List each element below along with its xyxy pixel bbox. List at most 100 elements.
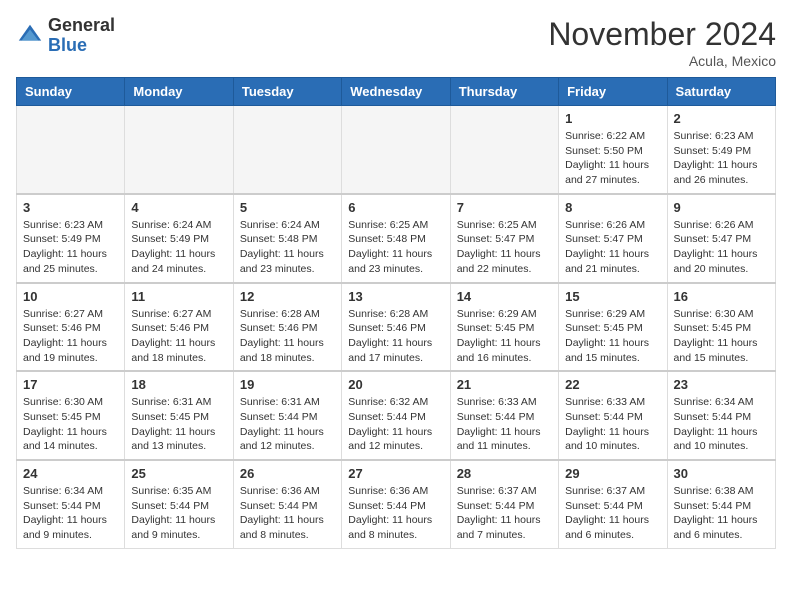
day-number: 3 <box>23 200 118 215</box>
day-info: Sunrise: 6:31 AM Sunset: 5:44 PM Dayligh… <box>240 395 335 454</box>
calendar-cell: 29 Sunrise: 6:37 AM Sunset: 5:44 PM Dayli… <box>559 460 667 548</box>
calendar-cell: 20 Sunrise: 6:32 AM Sunset: 5:44 PM Dayli… <box>342 371 450 460</box>
page-header: General Blue November 2024 Acula, Mexico <box>16 16 776 69</box>
week-row-2: 3 Sunrise: 6:23 AM Sunset: 5:49 PM Daylig… <box>17 194 776 283</box>
day-number: 9 <box>674 200 769 215</box>
calendar-cell: 6 Sunrise: 6:25 AM Sunset: 5:48 PM Daylig… <box>342 194 450 283</box>
logo: General Blue <box>16 16 115 56</box>
day-info: Sunrise: 6:27 AM Sunset: 5:46 PM Dayligh… <box>23 307 118 366</box>
calendar-cell <box>125 106 233 194</box>
calendar-cell <box>17 106 125 194</box>
day-number: 11 <box>131 289 226 304</box>
day-number: 16 <box>674 289 769 304</box>
title-block: November 2024 Acula, Mexico <box>548 16 776 69</box>
day-info: Sunrise: 6:37 AM Sunset: 5:44 PM Dayligh… <box>565 484 660 543</box>
day-info: Sunrise: 6:25 AM Sunset: 5:47 PM Dayligh… <box>457 218 552 277</box>
day-info: Sunrise: 6:34 AM Sunset: 5:44 PM Dayligh… <box>23 484 118 543</box>
calendar-cell: 17Sunrise: 6:30 AM Sunset: 5:45 PM Dayli… <box>17 371 125 460</box>
calendar-table: SundayMondayTuesdayWednesdayThursdayFrid… <box>16 77 776 549</box>
day-number: 5 <box>240 200 335 215</box>
calendar-cell: 7 Sunrise: 6:25 AM Sunset: 5:47 PM Daylig… <box>450 194 558 283</box>
week-row-1: 1 Sunrise: 6:22 AM Sunset: 5:50 PM Daylig… <box>17 106 776 194</box>
calendar-cell: 23 Sunrise: 6:34 AM Sunset: 5:44 PM Dayli… <box>667 371 775 460</box>
day-number: 29 <box>565 466 660 481</box>
calendar-cell: 13Sunrise: 6:28 AM Sunset: 5:46 PM Dayli… <box>342 283 450 372</box>
day-info: Sunrise: 6:24 AM Sunset: 5:48 PM Dayligh… <box>240 218 335 277</box>
day-number: 28 <box>457 466 552 481</box>
day-info: Sunrise: 6:33 AM Sunset: 5:44 PM Dayligh… <box>457 395 552 454</box>
week-row-4: 17Sunrise: 6:30 AM Sunset: 5:45 PM Dayli… <box>17 371 776 460</box>
day-info: Sunrise: 6:29 AM Sunset: 5:45 PM Dayligh… <box>565 307 660 366</box>
day-info: Sunrise: 6:26 AM Sunset: 5:47 PM Dayligh… <box>674 218 769 277</box>
calendar-cell: 16 Sunrise: 6:30 AM Sunset: 5:45 PM Dayli… <box>667 283 775 372</box>
day-info: Sunrise: 6:23 AM Sunset: 5:49 PM Dayligh… <box>23 218 118 277</box>
calendar-cell: 4 Sunrise: 6:24 AM Sunset: 5:49 PM Daylig… <box>125 194 233 283</box>
day-info: Sunrise: 6:23 AM Sunset: 5:49 PM Dayligh… <box>674 129 769 188</box>
day-number: 23 <box>674 377 769 392</box>
day-number: 21 <box>457 377 552 392</box>
weekday-header-thursday: Thursday <box>450 78 558 106</box>
weekday-header-wednesday: Wednesday <box>342 78 450 106</box>
day-info: Sunrise: 6:29 AM Sunset: 5:45 PM Dayligh… <box>457 307 552 366</box>
weekday-header-tuesday: Tuesday <box>233 78 341 106</box>
day-info: Sunrise: 6:24 AM Sunset: 5:49 PM Dayligh… <box>131 218 226 277</box>
calendar-cell: 25Sunrise: 6:35 AM Sunset: 5:44 PM Dayli… <box>125 460 233 548</box>
day-number: 1 <box>565 111 660 126</box>
day-number: 26 <box>240 466 335 481</box>
day-info: Sunrise: 6:28 AM Sunset: 5:46 PM Dayligh… <box>240 307 335 366</box>
calendar-cell: 11 Sunrise: 6:27 AM Sunset: 5:46 PM Dayli… <box>125 283 233 372</box>
calendar-cell: 10 Sunrise: 6:27 AM Sunset: 5:46 PM Dayli… <box>17 283 125 372</box>
day-info: Sunrise: 6:30 AM Sunset: 5:45 PM Dayligh… <box>23 395 118 454</box>
calendar-cell: 5 Sunrise: 6:24 AM Sunset: 5:48 PM Daylig… <box>233 194 341 283</box>
day-number: 15 <box>565 289 660 304</box>
month-title: November 2024 <box>548 16 776 53</box>
day-number: 20 <box>348 377 443 392</box>
day-info: Sunrise: 6:36 AM Sunset: 5:44 PM Dayligh… <box>348 484 443 543</box>
day-number: 6 <box>348 200 443 215</box>
calendar-cell: 1 Sunrise: 6:22 AM Sunset: 5:50 PM Daylig… <box>559 106 667 194</box>
day-number: 2 <box>674 111 769 126</box>
weekday-header-row: SundayMondayTuesdayWednesdayThursdayFrid… <box>17 78 776 106</box>
day-info: Sunrise: 6:22 AM Sunset: 5:50 PM Dayligh… <box>565 129 660 188</box>
day-number: 27 <box>348 466 443 481</box>
day-info: Sunrise: 6:32 AM Sunset: 5:44 PM Dayligh… <box>348 395 443 454</box>
calendar-cell: 18 Sunrise: 6:31 AM Sunset: 5:45 PM Dayli… <box>125 371 233 460</box>
day-info: Sunrise: 6:31 AM Sunset: 5:45 PM Dayligh… <box>131 395 226 454</box>
day-info: Sunrise: 6:36 AM Sunset: 5:44 PM Dayligh… <box>240 484 335 543</box>
calendar-cell: 9 Sunrise: 6:26 AM Sunset: 5:47 PM Daylig… <box>667 194 775 283</box>
day-number: 25 <box>131 466 226 481</box>
day-number: 10 <box>23 289 118 304</box>
day-number: 19 <box>240 377 335 392</box>
day-number: 24 <box>23 466 118 481</box>
day-info: Sunrise: 6:34 AM Sunset: 5:44 PM Dayligh… <box>674 395 769 454</box>
day-info: Sunrise: 6:27 AM Sunset: 5:46 PM Dayligh… <box>131 307 226 366</box>
calendar-cell <box>450 106 558 194</box>
calendar-cell: 24 Sunrise: 6:34 AM Sunset: 5:44 PM Dayli… <box>17 460 125 548</box>
day-info: Sunrise: 6:37 AM Sunset: 5:44 PM Dayligh… <box>457 484 552 543</box>
calendar-cell: 22Sunrise: 6:33 AM Sunset: 5:44 PM Dayli… <box>559 371 667 460</box>
calendar-cell: 30Sunrise: 6:38 AM Sunset: 5:44 PM Dayli… <box>667 460 775 548</box>
calendar-cell: 3 Sunrise: 6:23 AM Sunset: 5:49 PM Daylig… <box>17 194 125 283</box>
calendar-cell: 2 Sunrise: 6:23 AM Sunset: 5:49 PM Daylig… <box>667 106 775 194</box>
weekday-header-friday: Friday <box>559 78 667 106</box>
calendar-cell: 8 Sunrise: 6:26 AM Sunset: 5:47 PM Daylig… <box>559 194 667 283</box>
day-number: 22 <box>565 377 660 392</box>
day-number: 18 <box>131 377 226 392</box>
day-number: 7 <box>457 200 552 215</box>
logo-icon <box>16 22 44 50</box>
logo-text: General Blue <box>48 16 115 56</box>
calendar-cell <box>233 106 341 194</box>
calendar-cell: 19 Sunrise: 6:31 AM Sunset: 5:44 PM Dayli… <box>233 371 341 460</box>
day-number: 30 <box>674 466 769 481</box>
day-number: 4 <box>131 200 226 215</box>
day-info: Sunrise: 6:30 AM Sunset: 5:45 PM Dayligh… <box>674 307 769 366</box>
weekday-header-sunday: Sunday <box>17 78 125 106</box>
calendar-cell: 15 Sunrise: 6:29 AM Sunset: 5:45 PM Dayli… <box>559 283 667 372</box>
calendar-cell: 28 Sunrise: 6:37 AM Sunset: 5:44 PM Dayli… <box>450 460 558 548</box>
day-info: Sunrise: 6:25 AM Sunset: 5:48 PM Dayligh… <box>348 218 443 277</box>
day-number: 8 <box>565 200 660 215</box>
weekday-header-saturday: Saturday <box>667 78 775 106</box>
day-number: 13 <box>348 289 443 304</box>
day-number: 12 <box>240 289 335 304</box>
day-info: Sunrise: 6:26 AM Sunset: 5:47 PM Dayligh… <box>565 218 660 277</box>
